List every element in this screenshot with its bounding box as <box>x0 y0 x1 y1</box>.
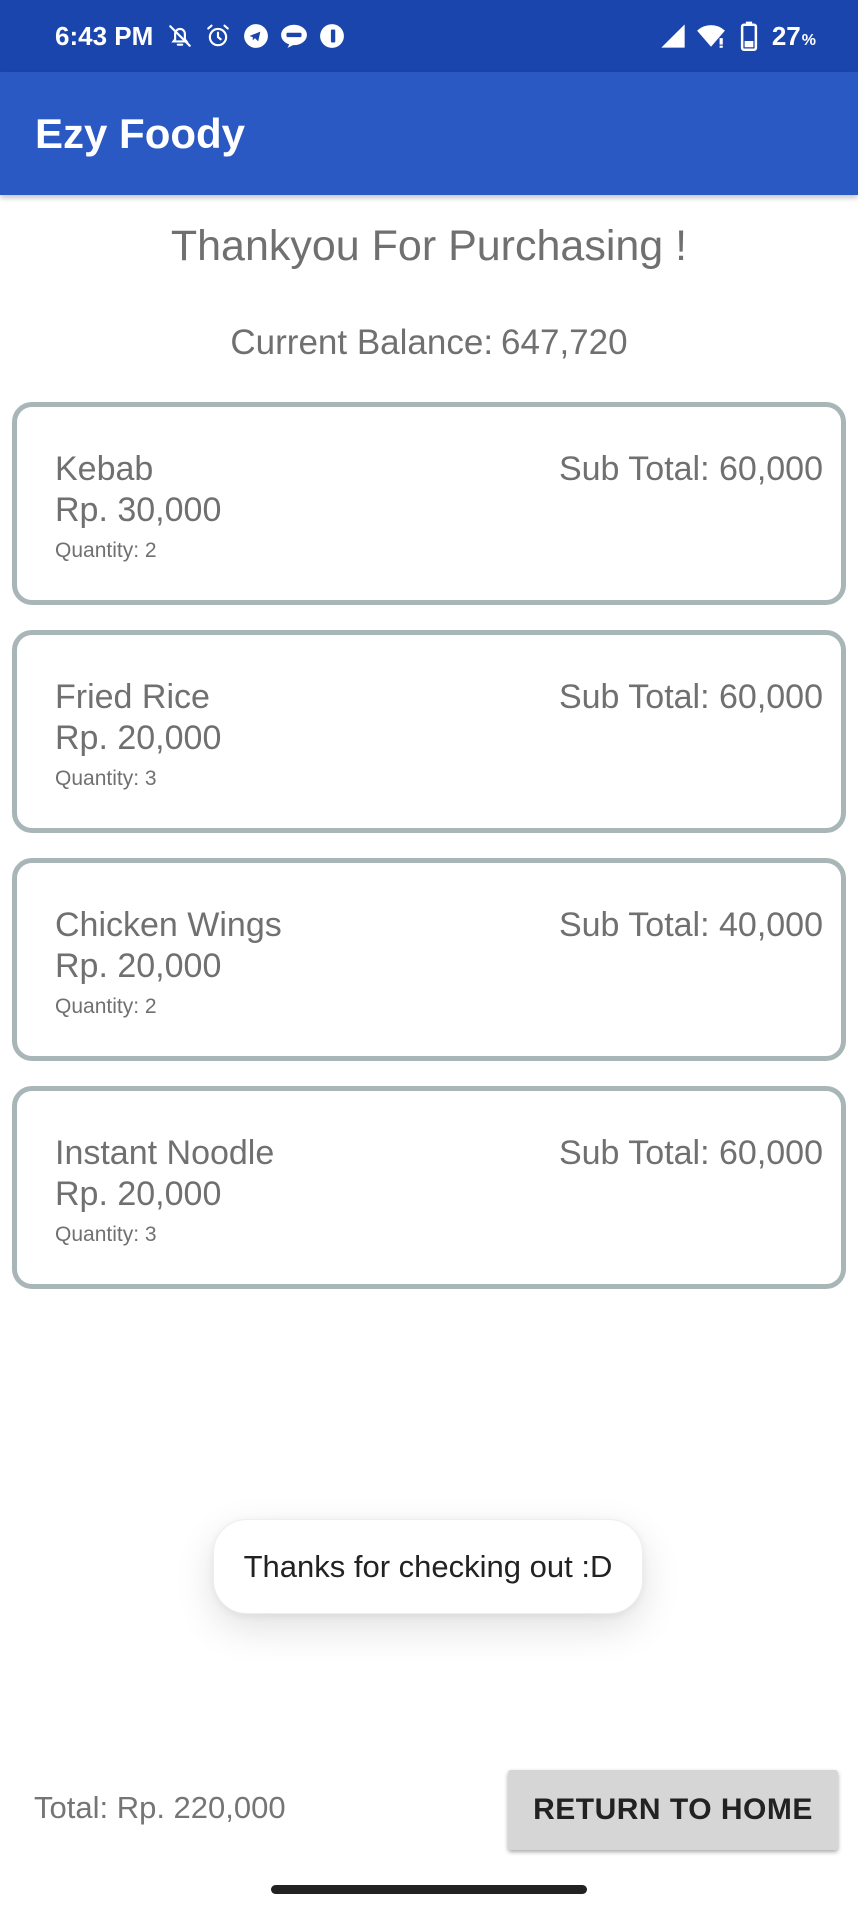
battery-icon <box>734 21 764 51</box>
return-to-home-button[interactable]: RETURN TO HOME <box>508 1770 838 1850</box>
status-right: 27% <box>658 21 816 52</box>
item-price: Rp. 20,000 <box>55 947 222 985</box>
item-price: Rp. 20,000 <box>55 1175 222 1213</box>
status-time: 6:43 PM <box>55 20 154 51</box>
app-icon <box>317 21 347 51</box>
item-quantity: Quantity: 3 <box>55 1223 157 1246</box>
item-name: Kebab <box>55 450 154 488</box>
item-quantity: Quantity: 2 <box>55 539 157 562</box>
home-gesture-bar[interactable] <box>271 1885 587 1894</box>
item-subtotal: Sub Total: 60,000 <box>558 450 823 488</box>
wifi-icon <box>696 21 726 51</box>
item-name: Instant Noodle <box>55 1134 275 1172</box>
battery-unit: % <box>801 31 816 49</box>
alarm-icon <box>203 21 233 51</box>
balance-amount: 647,720 <box>501 323 628 362</box>
item-price: Rp. 20,000 <box>55 719 222 757</box>
balance-label: Current Balance: <box>230 323 494 362</box>
line-icon <box>279 21 309 51</box>
item-quantity: Quantity: 2 <box>55 995 157 1018</box>
item-subtotal: Sub Total: 40,000 <box>558 906 823 944</box>
status-left: 6:43 PM <box>55 21 347 52</box>
battery-level: 27% <box>771 20 816 51</box>
telegram-icon <box>241 21 271 51</box>
item-name: Fried Rice <box>55 678 210 716</box>
bell-off-icon <box>165 21 195 51</box>
app-bar: Ezy Foody <box>0 72 858 195</box>
order-item-card: Fried Rice Rp. 20,000 Quantity: 3 Sub To… <box>12 630 846 833</box>
page-heading: Thankyou For Purchasing ! <box>170 222 688 270</box>
order-item-card: Instant Noodle Rp. 20,000 Quantity: 3 Su… <box>12 1086 846 1289</box>
status-bar: 6:43 PM 27% <box>0 0 858 72</box>
signal-icon <box>658 21 688 51</box>
item-subtotal: Sub Total: 60,000 <box>558 1134 823 1172</box>
toast-message: Thanks for checking out :D <box>213 1519 643 1614</box>
order-total: Total: Rp. 220,000 <box>34 1790 286 1825</box>
item-price: Rp. 30,000 <box>55 491 222 529</box>
item-subtotal: Sub Total: 60,000 <box>558 678 823 716</box>
order-item-card: Chicken Wings Rp. 20,000 Quantity: 2 Sub… <box>12 858 846 1061</box>
app-title: Ezy Foody <box>35 109 246 157</box>
item-name: Chicken Wings <box>55 906 282 944</box>
order-item-card: Kebab Rp. 30,000 Quantity: 2 Sub Total: … <box>12 402 846 605</box>
current-balance: Current Balance: 647,720 <box>0 323 858 363</box>
item-quantity: Quantity: 3 <box>55 767 157 790</box>
